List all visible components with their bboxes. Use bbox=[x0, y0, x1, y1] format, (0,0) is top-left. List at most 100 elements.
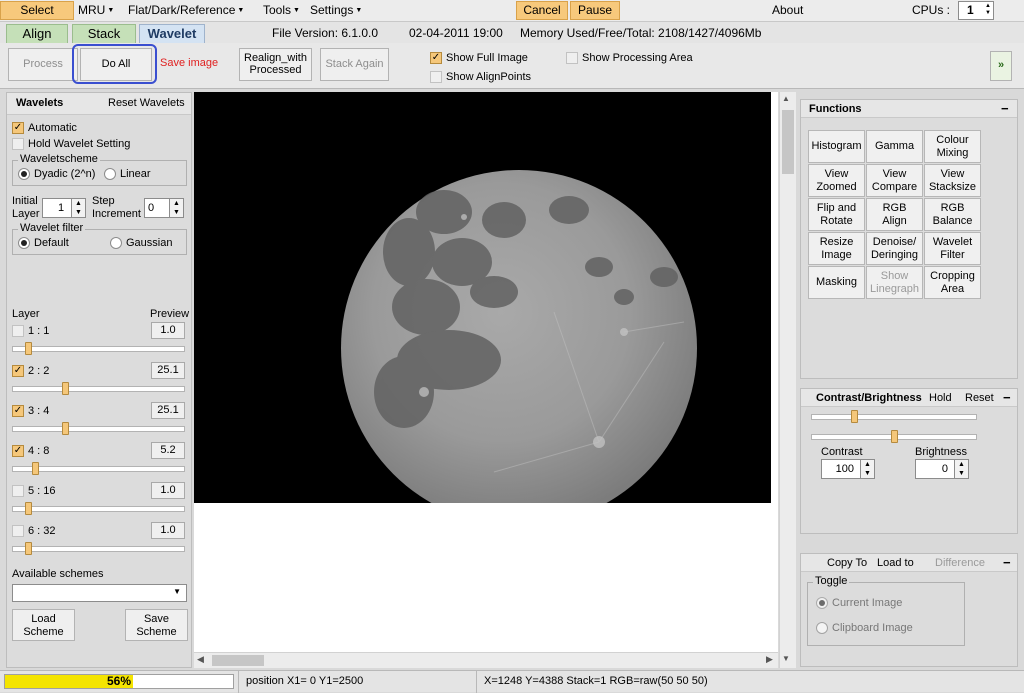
available-schemes-select[interactable]: ▼ bbox=[12, 584, 187, 602]
collapse-icon[interactable]: − bbox=[1003, 390, 1011, 405]
scroll-up-icon[interactable]: ▲ bbox=[782, 94, 790, 103]
layer-slider[interactable] bbox=[12, 386, 185, 392]
save-image-button[interactable]: Save image bbox=[160, 57, 218, 69]
show-alignpoints-checkbox[interactable] bbox=[430, 71, 442, 83]
collapse-icon[interactable]: − bbox=[1001, 101, 1009, 116]
function-view-zoomed-button[interactable]: View Zoomed bbox=[808, 164, 865, 197]
layer-checkbox[interactable] bbox=[12, 485, 24, 497]
expand-panel-button[interactable]: » bbox=[990, 51, 1012, 81]
difference-button[interactable]: Difference bbox=[935, 557, 985, 569]
layer-checkbox[interactable]: ✓ bbox=[12, 405, 24, 417]
layer-slider-thumb[interactable] bbox=[62, 422, 69, 435]
layer-checkbox[interactable]: ✓ bbox=[12, 365, 24, 377]
process-button[interactable]: Process bbox=[8, 48, 78, 81]
clipboard-image-radio[interactable] bbox=[816, 622, 828, 634]
spinner-arrows-icon[interactable]: ▲ ▼ bbox=[860, 460, 874, 478]
reset-button[interactable]: Reset bbox=[965, 392, 994, 404]
dyadic-radio[interactable] bbox=[18, 168, 30, 180]
stack-again-button[interactable]: Stack Again bbox=[320, 48, 389, 81]
cancel-button[interactable]: Cancel bbox=[516, 1, 568, 20]
layer-slider[interactable] bbox=[12, 346, 185, 352]
function-flip-and-rotate-button[interactable]: Flip and Rotate bbox=[808, 198, 865, 231]
function-gamma-button[interactable]: Gamma bbox=[866, 130, 923, 163]
contrast-spinner[interactable]: 100 ▲ ▼ bbox=[821, 459, 875, 479]
spinner-arrows-icon[interactable]: ▲ ▼ bbox=[954, 460, 968, 478]
function-show-linegraph-button[interactable]: Show Linegraph bbox=[866, 266, 923, 299]
brightness-slider-thumb[interactable] bbox=[891, 430, 898, 443]
layer-slider-thumb[interactable] bbox=[62, 382, 69, 395]
layer-slider[interactable] bbox=[12, 426, 185, 432]
menu-settings[interactable]: Settings ▼ bbox=[310, 3, 362, 17]
scroll-right-icon[interactable]: ▶ bbox=[766, 654, 773, 665]
save-scheme-button[interactable]: Save Scheme bbox=[125, 609, 188, 641]
layer-preview-value[interactable]: 1.0 bbox=[151, 322, 185, 339]
function-cropping-area-button[interactable]: Cropping Area bbox=[924, 266, 981, 299]
function-colour-mixing-button[interactable]: Colour Mixing bbox=[924, 130, 981, 163]
layer-slider[interactable] bbox=[12, 506, 185, 512]
current-image-radio[interactable] bbox=[816, 597, 828, 609]
layer-preview-value[interactable]: 25.1 bbox=[151, 362, 185, 379]
linear-radio[interactable] bbox=[104, 168, 116, 180]
contrast-slider[interactable] bbox=[811, 414, 977, 420]
default-filter-radio[interactable] bbox=[18, 237, 30, 249]
show-processing-area-checkbox[interactable] bbox=[566, 52, 578, 64]
brightness-spinner[interactable]: 0 ▲ ▼ bbox=[915, 459, 969, 479]
show-full-image-checkbox[interactable]: ✓ bbox=[430, 52, 442, 64]
function-wavelet-filter-button[interactable]: Wavelet Filter bbox=[924, 232, 981, 265]
tab-wavelet[interactable]: Wavelet bbox=[139, 24, 205, 43]
layer-preview-value[interactable]: 5.2 bbox=[151, 442, 185, 459]
initial-layer-spinner[interactable]: 1 ▲ ▼ bbox=[42, 198, 86, 218]
function-masking-button[interactable]: Masking bbox=[808, 266, 865, 299]
layer-slider[interactable] bbox=[12, 546, 185, 552]
pause-button[interactable]: Pause bbox=[570, 1, 620, 20]
contrast-slider-thumb[interactable] bbox=[851, 410, 858, 423]
select-button[interactable]: Select bbox=[0, 1, 74, 20]
layer-slider-thumb[interactable] bbox=[25, 342, 32, 355]
layer-preview-value[interactable]: 25.1 bbox=[151, 402, 185, 419]
layer-slider-thumb[interactable] bbox=[25, 542, 32, 555]
menu-flat-dark-reference[interactable]: Flat/Dark/Reference ▼ bbox=[128, 3, 244, 17]
cpus-spinner[interactable]: 1 ▲ ▼ bbox=[958, 1, 994, 20]
layer-checkbox[interactable] bbox=[12, 325, 24, 337]
spinner-arrows-icon[interactable]: ▲ ▼ bbox=[985, 3, 991, 17]
gaussian-filter-radio[interactable] bbox=[110, 237, 122, 249]
do-all-button[interactable]: Do All bbox=[80, 48, 152, 81]
menu-mru[interactable]: MRU ▼ bbox=[78, 3, 114, 17]
load-scheme-button[interactable]: Load Scheme bbox=[12, 609, 75, 641]
layer-preview-value[interactable]: 1.0 bbox=[151, 522, 185, 539]
moon-image[interactable] bbox=[194, 92, 771, 526]
step-increment-spinner[interactable]: 0 ▲ ▼ bbox=[144, 198, 184, 218]
copy-to-button[interactable]: Copy To bbox=[827, 557, 867, 569]
function-denoise-deringing-button[interactable]: Denoise/Deringing bbox=[866, 232, 923, 265]
tab-stack[interactable]: Stack bbox=[72, 24, 136, 43]
layer-checkbox[interactable]: ✓ bbox=[12, 445, 24, 457]
tab-align[interactable]: Align bbox=[6, 24, 68, 43]
realign-with-processed-button[interactable]: Realign_with Processed bbox=[239, 48, 312, 81]
spinner-arrows-icon[interactable]: ▲ ▼ bbox=[71, 199, 85, 217]
vertical-scroll-thumb[interactable] bbox=[782, 110, 794, 174]
spinner-arrows-icon[interactable]: ▲ ▼ bbox=[169, 199, 183, 217]
collapse-icon[interactable]: − bbox=[1003, 555, 1011, 570]
function-resize-image-button[interactable]: Resize Image bbox=[808, 232, 865, 265]
layer-checkbox[interactable] bbox=[12, 525, 24, 537]
layer-slider-thumb[interactable] bbox=[25, 502, 32, 515]
function-view-compare-button[interactable]: View Compare bbox=[866, 164, 923, 197]
hold-button[interactable]: Hold bbox=[929, 392, 952, 404]
function-histogram-button[interactable]: Histogram bbox=[808, 130, 865, 163]
automatic-checkbox[interactable]: ✓ bbox=[12, 122, 24, 134]
layer-slider-thumb[interactable] bbox=[32, 462, 39, 475]
reset-wavelets-button[interactable]: Reset Wavelets bbox=[108, 97, 185, 109]
image-viewport[interactable] bbox=[194, 92, 778, 668]
scroll-down-icon[interactable]: ▼ bbox=[782, 654, 790, 663]
load-to-button[interactable]: Load to bbox=[877, 557, 914, 569]
function-rgb-balance-button[interactable]: RGB Balance bbox=[924, 198, 981, 231]
about-button[interactable]: About bbox=[772, 3, 803, 17]
image-vertical-scrollbar[interactable]: ▲ ▼ bbox=[779, 92, 796, 668]
hold-wavelet-checkbox[interactable] bbox=[12, 138, 24, 150]
function-rgb-align-button[interactable]: RGB Align bbox=[866, 198, 923, 231]
menu-tools[interactable]: Tools ▼ bbox=[263, 3, 300, 17]
function-view-stacksize-button[interactable]: View Stacksize bbox=[924, 164, 981, 197]
image-horizontal-scrollbar[interactable]: ◀ ▶ bbox=[194, 652, 778, 668]
layer-preview-value[interactable]: 1.0 bbox=[151, 482, 185, 499]
horizontal-scroll-thumb[interactable] bbox=[212, 655, 264, 666]
